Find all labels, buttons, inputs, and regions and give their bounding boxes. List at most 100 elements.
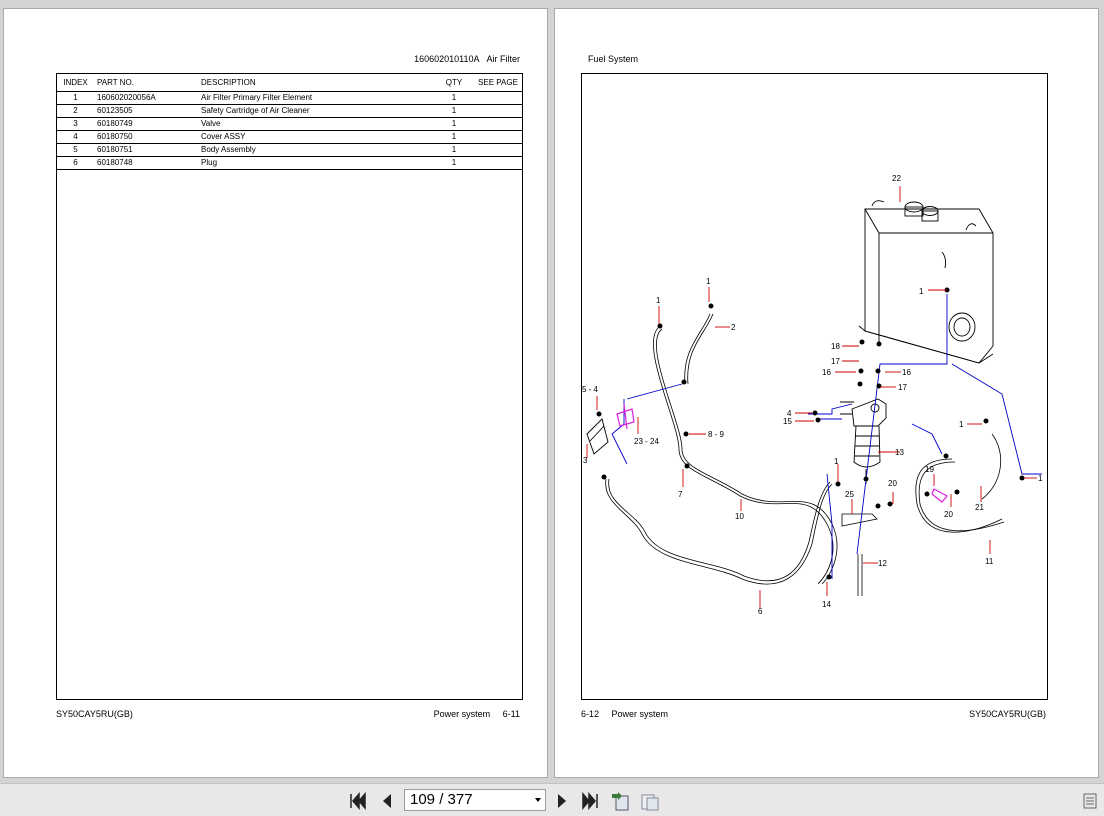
cell-see-page xyxy=(474,104,522,118)
section-title: Air Filter xyxy=(486,54,521,64)
footer-model: SY50CAY5RU(GB) xyxy=(56,709,133,719)
callout-label: 1 xyxy=(919,287,924,296)
page-footer-right: Power system 6-11 xyxy=(434,709,520,719)
callout-label: 10 xyxy=(735,512,744,521)
callout-label: 14 xyxy=(822,600,831,609)
page-footer-left: 6-12 Power system xyxy=(581,709,668,719)
page-number-select[interactable]: 109 / 377 xyxy=(404,789,546,811)
table-header-row: INDEX PART NO. DESCRIPTION QTY SEE PAGE xyxy=(57,74,522,92)
fuel-lines-blue xyxy=(611,294,1042,579)
cell-index: 1 xyxy=(57,91,94,105)
callout-label: 15 xyxy=(783,417,792,426)
last-page-icon xyxy=(582,792,598,810)
cell-index: 2 xyxy=(57,104,94,118)
callout-label: 16 xyxy=(822,368,831,377)
cell-description: Cover ASSY xyxy=(198,130,434,144)
cell-part-no: 60180751 xyxy=(94,143,198,157)
cell-qty: 1 xyxy=(434,104,474,118)
callout-label: 1 xyxy=(1038,474,1043,483)
callout-label: 17 xyxy=(831,357,840,366)
callout-label: 20 xyxy=(888,479,897,488)
last-page-button[interactable] xyxy=(579,790,601,812)
cell-index: 3 xyxy=(57,117,94,131)
fuel-tank xyxy=(858,200,994,364)
column-header: PART NO. xyxy=(94,74,198,92)
callout-label: 7 xyxy=(678,490,683,499)
section-code: 160602010110A xyxy=(414,54,480,64)
first-page-icon xyxy=(350,792,366,810)
cell-description: Valve xyxy=(198,117,434,131)
callout-labels: 22 1 1 1 2 18 17 16 16 17 5 - 4 4 15 8 -… xyxy=(582,174,1043,616)
footer-section: Power system xyxy=(433,709,491,719)
menu-icon xyxy=(1083,793,1097,809)
table-row: 3 60180749 Valve 1 xyxy=(57,117,522,131)
fuel-system-diagram: 22 1 1 1 2 18 17 16 16 17 5 - 4 4 15 8 -… xyxy=(582,174,1043,616)
callout-label: 19 xyxy=(925,465,934,474)
callout-label: 25 xyxy=(845,490,854,499)
footer-page-number: 6-11 xyxy=(502,709,520,719)
callout-label: 16 xyxy=(902,368,911,377)
callout-label: 21 xyxy=(975,503,984,512)
callout-label: 17 xyxy=(898,383,907,392)
menu-button[interactable] xyxy=(1079,790,1101,812)
callout-label: 12 xyxy=(878,559,887,568)
callout-label: 20 xyxy=(944,510,953,519)
column-header: DESCRIPTION xyxy=(198,74,434,92)
callout-label: 1 xyxy=(706,277,711,286)
cell-part-no: 60180749 xyxy=(94,117,198,131)
callout-label: 6 xyxy=(758,607,763,616)
parts-table: INDEX PART NO. DESCRIPTION QTY SEE PAGE … xyxy=(57,74,522,170)
page-number-value: 109 / 377 xyxy=(410,791,473,808)
fit-width-button[interactable] xyxy=(639,790,661,812)
cell-description: Plug xyxy=(198,156,434,170)
cell-qty: 1 xyxy=(434,143,474,157)
cell-index: 6 xyxy=(57,156,94,170)
cell-description: Air Filter Primary Filter Element xyxy=(198,91,434,105)
previous-page-icon xyxy=(383,794,391,808)
section-title: Fuel System xyxy=(588,54,639,64)
previous-page-button[interactable] xyxy=(376,790,398,812)
cell-see-page xyxy=(474,117,522,131)
callout-label: 23 - 24 xyxy=(634,437,659,446)
cell-part-no: 60123505 xyxy=(94,104,198,118)
cell-index: 4 xyxy=(57,130,94,144)
table-row: 6 60180748 Plug 1 xyxy=(57,156,522,170)
fit-page-icon xyxy=(612,792,629,811)
cell-description: Safety Cartridge of Air Cleaner xyxy=(198,104,434,118)
callout-label: 1 xyxy=(656,296,661,305)
cell-part-no: 60180748 xyxy=(94,156,198,170)
fuel-filter xyxy=(840,398,887,484)
document-page-right: Fuel System 22 1 1 1 2 18 17 16 16 17 5 … xyxy=(554,8,1099,778)
first-page-button[interactable] xyxy=(347,790,369,812)
cell-see-page xyxy=(474,130,522,144)
table-row: 2 60123505 Safety Cartridge of Air Clean… xyxy=(57,104,522,118)
fit-page-button[interactable] xyxy=(609,790,631,812)
chevron-down-icon xyxy=(535,798,541,802)
footer-page-number: 6-12 xyxy=(581,709,600,719)
cell-qty: 1 xyxy=(434,117,474,131)
column-header: INDEX xyxy=(57,74,94,92)
parts-table-frame: INDEX PART NO. DESCRIPTION QTY SEE PAGE … xyxy=(56,73,523,700)
callout-label: 3 xyxy=(583,456,588,465)
cell-qty: 1 xyxy=(434,130,474,144)
footer-model: SY50CAY5RU(GB) xyxy=(969,709,1046,719)
cell-part-no: 160602020056A xyxy=(94,91,198,105)
next-page-icon xyxy=(558,794,566,808)
callout-label: 1 xyxy=(959,420,964,429)
callout-label: 1 xyxy=(834,457,839,466)
next-page-button[interactable] xyxy=(551,790,573,812)
callout-label: 8 - 9 xyxy=(708,430,725,439)
cell-part-no: 60180750 xyxy=(94,130,198,144)
document-page-left: 160602010110A Air Filter INDEX PART NO. … xyxy=(3,8,548,778)
diagram-frame: 22 1 1 1 2 18 17 16 16 17 5 - 4 4 15 8 -… xyxy=(581,73,1048,700)
mounting-bracket xyxy=(586,418,609,455)
cell-qty: 1 xyxy=(434,91,474,105)
cell-qty: 1 xyxy=(434,156,474,170)
pdf-toolbar: 109 / 377 xyxy=(0,783,1104,816)
callout-label: 5 - 4 xyxy=(582,385,599,394)
table-row: 5 60180751 Body Assembly 1 xyxy=(57,143,522,157)
column-header: QTY xyxy=(434,74,474,92)
fit-width-icon xyxy=(641,794,659,811)
callout-label: 2 xyxy=(731,323,736,332)
callout-label: 11 xyxy=(985,557,994,566)
